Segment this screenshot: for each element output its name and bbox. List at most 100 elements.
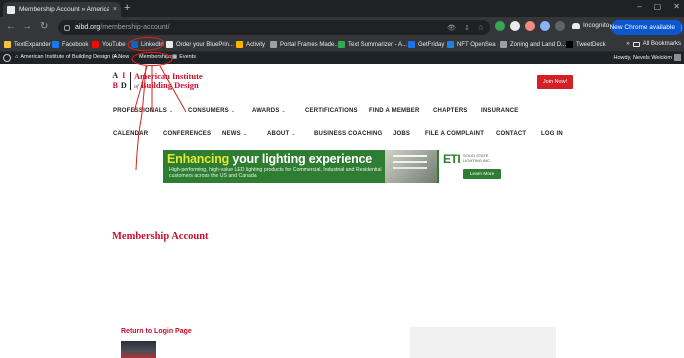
back-icon[interactable]: ← [6,21,16,33]
logo-letter-d: D [120,80,127,90]
page-title: Membership Account [112,231,209,242]
nav-professionals[interactable]: PROFESSIONALS ⌄ [113,108,173,114]
nav-label: CONTACT [496,131,527,137]
nav-label: ABOUT [267,131,290,137]
tab-title: Membership Account » American [19,6,109,13]
nav-label: CONFERENCES [163,131,212,137]
bookmark-getfriday[interactable]: GetFriday [408,41,444,48]
red-extension-icon[interactable] [525,21,535,31]
nav-certifications[interactable]: CERTIFICATIONS [305,108,358,114]
bookmark-linkedin[interactable]: LinkedIn [131,41,164,48]
more-bookmarks-icon[interactable]: » [626,41,629,47]
bookmark-label: Order your BluePrin... [176,41,235,48]
banner-headline: Enhancing your lighting experience [167,152,372,166]
nav-label: NEWS [222,131,241,137]
nav-file-a-complaint[interactable]: FILE A COMPLAINT [425,131,484,137]
reload-icon[interactable]: ↻ [40,21,48,33]
bookmark-text-summarizer[interactable]: Text Summarizer - A... [338,41,407,48]
maximize-icon[interactable]: ▢ [654,2,662,11]
nav-label: CERTIFICATIONS [305,108,358,114]
avatar [674,54,681,61]
menu-kebab-icon: ⋮ [677,24,684,32]
blueprint-icon [166,41,173,48]
install-icon[interactable]: ⇩ [464,24,470,32]
bookmark-portal-frames[interactable]: Portal Frames Made... [270,41,339,48]
nav-label: CALENDAR [113,131,149,137]
bookmarks-bar: TextExpander Facebook YouTube LinkedIn O… [0,38,684,52]
sidebar-icon[interactable] [555,21,565,31]
nav-log-in[interactable]: LOG IN [541,131,563,137]
admin-account-menu[interactable]: Howdy, Nevels Welckim [614,54,681,61]
all-bookmarks-label: All Bookmarks [642,41,681,47]
eye-slash-icon[interactable]: 👁 [447,24,456,32]
bookmark-label: Portal Frames Made... [280,41,340,48]
nav-about[interactable]: ABOUT ⌄ [267,131,296,137]
bookmark-label: TweetDeck [576,41,606,48]
browser-toolbar: ← → ↻ aibd.org/membership-account/ 👁 ⇩ ☆… [0,17,684,38]
nav-awards[interactable]: AWARDS ⌄ [252,108,286,114]
bookmark-activity[interactable]: Activity [236,41,265,48]
nav-business-coaching[interactable]: BUSINESS COACHING [314,131,382,137]
minimize-icon[interactable]: – [637,2,641,11]
logo-line2: Building Design [140,80,199,90]
site-info-icon[interactable] [64,24,70,31]
bookmark-youtube[interactable]: YouTube [92,41,126,48]
nav-contact[interactable]: CONTACT [496,131,526,137]
bookmark-star-icon[interactable]: ☆ [478,24,484,32]
banner-product-photo [385,150,437,183]
bookmark-facebook[interactable]: Facebook [52,41,88,48]
bookmark-blueprints[interactable]: Order your BluePrin... [166,41,234,48]
eti-lighting-banner-ad[interactable]: Enhancing your lighting experience High-… [163,150,513,183]
url-path: /membership-account/ [100,24,170,31]
aibd-logo[interactable]: A I B D American Institute of Building D… [112,72,203,92]
nav-chapters[interactable]: CHAPTERS [433,108,468,114]
return-to-login-link[interactable]: Return to Login Page [121,328,192,335]
nav-insurance[interactable]: INSURANCE [481,108,518,114]
nav-conferences[interactable]: CONFERENCES [163,131,211,137]
nav-news[interactable]: NEWS ⌄ [222,131,247,137]
textexpander-icon [4,41,11,48]
learn-more-button[interactable]: Learn More [463,169,501,179]
browser-tab[interactable]: Membership Account » American × [3,2,121,17]
site-favicon-icon [7,5,15,14]
eti-logo-subtitle: SOLID STATE LIGHTING INC. [463,153,492,163]
nav-label: INSURANCE [481,108,519,114]
logo-letter-a: A [112,71,119,80]
new-tab-button[interactable]: + [124,2,130,14]
join-now-button[interactable]: Join Now! [537,75,573,89]
grammarly-extension-icon[interactable] [495,21,505,31]
forward-icon[interactable]: → [22,21,32,33]
post-thumbnail[interactable] [121,341,156,358]
bookmark-label: GetFriday [418,41,445,48]
bookmark-zoning[interactable]: Zoning and Land D... [500,41,566,48]
voice-extension-icon[interactable] [510,21,520,31]
admin-memberships-link[interactable]: Memberships [139,54,172,60]
admin-site-name[interactable]: ⌂ American Institute of Building Design (… [15,54,122,60]
bookmark-textexpander[interactable]: TextExpander [4,41,51,48]
sidebar-box [410,327,556,358]
bookmark-label: Zoning and Land D... [510,41,567,48]
nav-label: FILE A COMPLAINT [425,131,485,137]
admin-events-link[interactable]: ▦ Events [172,54,196,60]
nav-label: FIND A MEMBER [369,108,420,114]
bookmark-label: TextExpander [14,41,51,48]
nav-jobs[interactable]: JOBS [393,131,410,137]
address-bar[interactable]: aibd.org/membership-account/ 👁 ⇩ ☆ [58,20,490,35]
youtube-icon [92,41,99,48]
close-window-icon[interactable]: ✕ [673,2,680,11]
extensions-puzzle-icon[interactable] [540,21,550,31]
nav-calendar[interactable]: CALENDAR [113,131,148,137]
new-chrome-available-button[interactable]: New Chrome available ⋮ [610,20,684,35]
chevron-down-icon: ⌄ [242,131,248,137]
all-bookmarks-button[interactable]: » All Bookmarks [626,41,681,47]
nav-consumers[interactable]: CONSUMERS ⌄ [188,108,235,114]
bookmark-label: Activity [246,41,266,48]
bookmark-tweetdeck[interactable]: TweetDeck [566,41,606,48]
wp-logo-button[interactable] [3,54,11,62]
bookmark-nft-opensea[interactable]: NFT OpenSea [447,41,496,48]
chevron-down-icon: ⌄ [168,108,174,114]
incognito-indicator[interactable]: Incognito [572,22,609,29]
admin-new-button[interactable]: + New [113,54,129,60]
tab-close-icon[interactable]: × [113,6,117,13]
nav-find-a-member[interactable]: FIND A MEMBER [369,108,420,114]
